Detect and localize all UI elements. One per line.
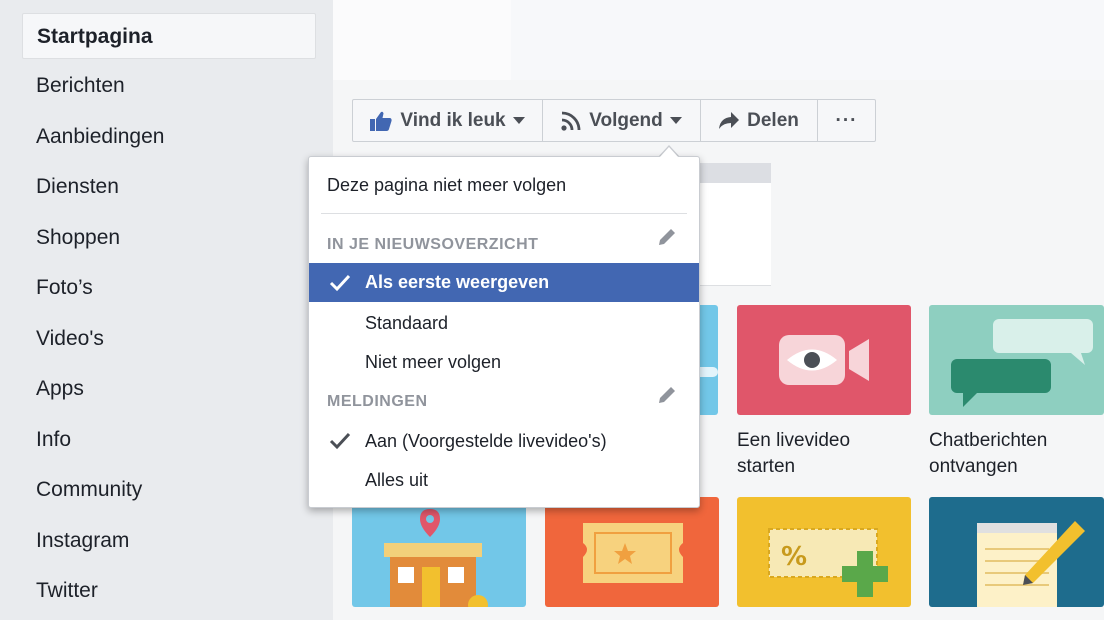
follow-button-label: Volgend	[589, 109, 663, 131]
rss-feed-icon	[561, 111, 581, 131]
left-sidebar: Startpagina Berichten Aanbiedingen Diens…	[0, 0, 333, 620]
sidebar-item-instagram[interactable]: Instagram	[22, 518, 316, 564]
sidebar-item-info[interactable]: Info	[22, 417, 316, 463]
sidebar-item-shoppen[interactable]: Shoppen	[22, 215, 316, 261]
like-button[interactable]: Vind ik leuk	[353, 100, 543, 141]
share-button[interactable]: Delen	[701, 100, 818, 141]
menu-separator	[321, 213, 687, 214]
tile-chat-label-line1: Chatberichten	[929, 430, 1048, 451]
video-camera-eye-icon	[779, 335, 869, 385]
sidebar-item-berichten[interactable]: Berichten	[22, 63, 316, 109]
chevron-down-icon	[669, 117, 682, 124]
tile-notes[interactable]	[929, 497, 1104, 607]
cover-panel	[333, 0, 511, 80]
tile-chat-label-line2: ontvangen	[929, 456, 1018, 477]
tile-offer-ticket[interactable]	[545, 497, 719, 607]
notifications-section-header: MELDINGEN	[327, 393, 428, 410]
dropdown-pointer	[659, 147, 679, 158]
tile-chat[interactable]	[929, 305, 1104, 415]
tile-live-video-label-line2: starten	[737, 456, 796, 477]
menu-item-show-first-label: Als eerste weergeven	[365, 272, 550, 292]
sidebar-item-aanbiedingen[interactable]: Aanbiedingen	[22, 114, 316, 160]
sidebar-item-diensten[interactable]: Diensten	[22, 164, 316, 210]
menu-item-show-first[interactable]: Als eerste weergeven	[309, 263, 699, 302]
chat-bubbles-icon	[951, 319, 1093, 407]
thumbs-up-icon	[370, 111, 392, 131]
sidebar-item-community[interactable]: Community	[22, 467, 316, 513]
tile-live-video[interactable]	[737, 305, 911, 415]
menu-item-notifications-on[interactable]: Aan (Voorgestelde livevideo's)	[365, 431, 755, 452]
more-options-button[interactable]: ···	[818, 100, 875, 141]
sidebar-item-videos[interactable]: Video's	[22, 316, 316, 362]
sidebar-item-apps[interactable]: Apps	[22, 366, 316, 412]
news-feed-section-header: IN JE NIEUWSOVERZICHT	[327, 236, 539, 253]
like-button-label: Vind ik leuk	[400, 109, 506, 131]
tile-chat-label: Chatberichten ontvangen	[929, 428, 1103, 480]
menu-item-default[interactable]: Standaard	[365, 313, 755, 334]
pencil-edit-icon[interactable]	[657, 385, 677, 405]
checkmark-icon	[329, 432, 351, 450]
chevron-down-icon	[512, 117, 525, 124]
share-button-label: Delen	[747, 109, 799, 131]
follow-dropdown-menu: Deze pagina niet meer volgen IN JE NIEUW…	[308, 156, 700, 508]
menu-item-notifications-off[interactable]: Alles uit	[365, 470, 755, 491]
coupon-plus-icon: %	[768, 528, 888, 597]
cover-area	[333, 0, 1104, 80]
menu-item-unfollow[interactable]: Niet meer volgen	[365, 352, 755, 373]
sidebar-item-startpagina[interactable]: Startpagina	[22, 13, 316, 59]
pencil-edit-icon[interactable]	[657, 227, 677, 247]
follow-button[interactable]: Volgend	[543, 100, 701, 141]
notepad-pencil-icon	[977, 521, 1085, 607]
tile-live-video-label: Een livevideo starten	[737, 428, 911, 480]
ticket-star-icon	[583, 523, 683, 583]
sidebar-item-fotos[interactable]: Foto’s	[22, 265, 316, 311]
sidebar-item-twitter[interactable]: Twitter	[22, 568, 316, 614]
tile-shop[interactable]	[352, 497, 526, 607]
checkmark-icon	[329, 274, 351, 292]
tile-live-video-label-line1: Een livevideo	[737, 430, 851, 451]
menu-item-unfollow-page[interactable]: Deze pagina niet meer volgen	[327, 175, 717, 196]
storefront-icon	[384, 509, 488, 607]
share-arrow-icon	[719, 111, 740, 129]
page-action-bar: Vind ik leuk Volgend Delen ···	[352, 99, 876, 142]
tile-discount[interactable]: %	[737, 497, 911, 607]
more-dots-icon: ···	[835, 109, 858, 131]
svg-text:%: %	[781, 542, 807, 572]
